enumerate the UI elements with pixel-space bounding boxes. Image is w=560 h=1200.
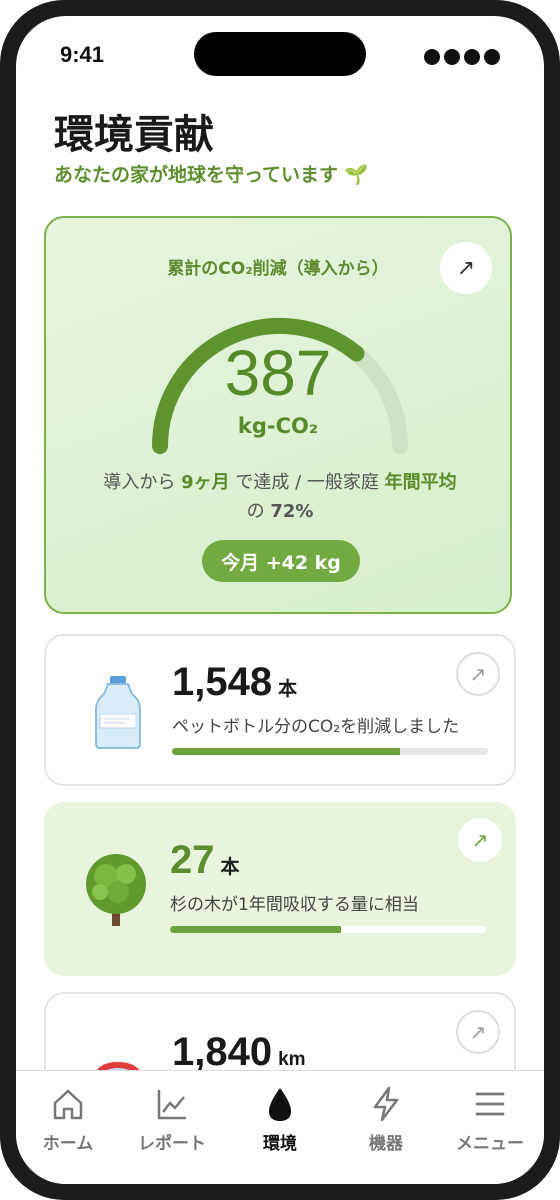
tab-label: レポート bbox=[138, 1134, 206, 1154]
bottle-equivalent-card[interactable]: 1,548 本 ペットボトル分のCO₂を削減しました ↗ bbox=[44, 634, 516, 786]
menu-icon bbox=[475, 1092, 505, 1116]
tree-description: 杉の木が1年間吸収する量に相当 bbox=[170, 895, 419, 915]
arrow-up-right-icon[interactable]: ↗ bbox=[456, 652, 500, 696]
co2-summary-card[interactable]: 累計のCO₂削減（導入から） ↗ 387 kg-CO₂ 導入から 9ヶ月 で達成… bbox=[44, 216, 512, 614]
co2-total-unit: kg-CO₂ bbox=[237, 414, 319, 438]
tree-progress-fill bbox=[170, 926, 341, 933]
tree-icon bbox=[86, 854, 146, 926]
tab-devices[interactable]: 機器 bbox=[336, 1085, 436, 1154]
phone-frame: 9:41 環境貢献 あなたの家が地球を守っています 🌱 累計のCO₂削減（導入か… bbox=[0, 0, 560, 1200]
bottle-count: 1,548 本 bbox=[172, 660, 298, 704]
tab-environment[interactable]: 環境 bbox=[230, 1085, 330, 1154]
distance-value: 1,840 km bbox=[172, 1030, 306, 1074]
monthly-increase-badge: 今月 +42 kg bbox=[202, 540, 360, 582]
home-icon bbox=[53, 1089, 83, 1120]
chart-icon bbox=[157, 1090, 186, 1120]
tab-label: ホーム bbox=[42, 1134, 94, 1154]
tab-label: 機器 bbox=[369, 1134, 403, 1154]
tree-progress-bar bbox=[170, 926, 486, 933]
drop-icon bbox=[269, 1088, 291, 1121]
tab-bar: ホーム レポート 環境 機器 メニュー bbox=[16, 1070, 544, 1184]
tree-count: 27 本 bbox=[170, 838, 240, 882]
page-title: 環境貢献 bbox=[54, 112, 214, 158]
tab-report[interactable]: レポート bbox=[122, 1085, 222, 1154]
bottle-progress-bar bbox=[172, 748, 488, 755]
co2-summary-description: 導入から 9ヶ月 で達成 / 一般家庭 年間平均の 72% bbox=[103, 472, 457, 522]
water-bottle-icon bbox=[95, 676, 141, 749]
co2-total-value: 387 bbox=[224, 337, 332, 409]
arrow-up-right-icon[interactable]: ↗ bbox=[456, 1010, 500, 1054]
status-time: 9:41 bbox=[60, 42, 105, 67]
bottle-description: ペットボトル分のCO₂を削減しました bbox=[172, 717, 460, 737]
signal-indicator bbox=[424, 49, 500, 65]
tab-label: 環境 bbox=[263, 1134, 297, 1154]
tree-equivalent-card[interactable]: 27 本 杉の木が1年間吸収する量に相当 ↗ bbox=[44, 802, 516, 976]
bottle-progress-fill bbox=[172, 748, 400, 755]
tab-home[interactable]: ホーム bbox=[18, 1085, 118, 1154]
screen: 9:41 環境貢献 あなたの家が地球を守っています 🌱 累計のCO₂削減（導入か… bbox=[16, 16, 544, 1184]
bolt-icon bbox=[373, 1086, 399, 1122]
tab-label: メニュー bbox=[456, 1134, 524, 1154]
arrow-up-right-icon[interactable]: ↗ bbox=[458, 818, 502, 862]
tab-menu[interactable]: メニュー bbox=[440, 1085, 540, 1154]
dynamic-island bbox=[194, 32, 366, 76]
page-subtitle: あなたの家が地球を守っています 🌱 bbox=[54, 164, 369, 186]
